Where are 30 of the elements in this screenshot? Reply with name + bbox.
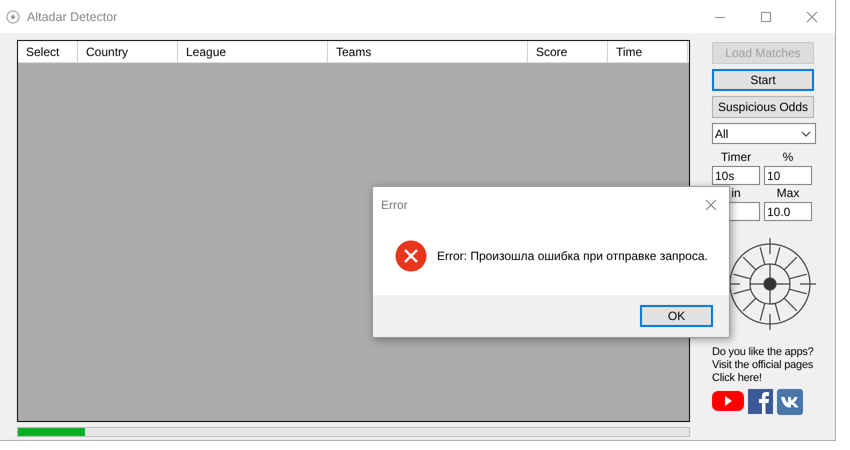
dialog-title: Error	[381, 198, 408, 212]
promo-text: Do you like the apps?	[712, 346, 814, 359]
f-logo-icon[interactable]	[748, 389, 773, 414]
start-button[interactable]: Start	[712, 69, 814, 91]
error-message: Error: Произошла ошибка при отправке запроса.	[437, 248, 708, 262]
column-header[interactable]: Select	[18, 41, 78, 62]
close-icon[interactable]	[705, 199, 717, 211]
column-header[interactable]: League	[178, 41, 328, 62]
column-header[interactable]: Time	[608, 41, 688, 62]
promo-link[interactable]: Click here!	[712, 372, 762, 385]
input-field[interactable]: 10	[764, 166, 812, 185]
promo-text: Visit the official pages	[712, 359, 814, 372]
app-icon	[6, 10, 20, 24]
filter-dropdown[interactable]: All	[712, 123, 816, 144]
error-icon	[395, 240, 427, 272]
field-label: Max	[776, 186, 800, 202]
vk-logo-icon[interactable]	[777, 389, 803, 415]
suspicious-odds-button[interactable]: Suspicious Odds	[712, 96, 814, 118]
column-header[interactable]: Score	[528, 41, 608, 62]
input-field[interactable]: 10s	[712, 166, 760, 185]
field-label: Timer	[720, 150, 752, 166]
play-icon[interactable]	[712, 389, 744, 413]
column-header[interactable]: Teams	[328, 41, 528, 62]
ok-button[interactable]: OK	[640, 305, 713, 327]
column-header[interactable]: Country	[78, 41, 178, 62]
field-label: in	[730, 186, 742, 202]
caret-icon	[801, 130, 811, 136]
field-label: %	[782, 150, 794, 166]
input-field[interactable]: 10.0	[764, 202, 812, 221]
window-title: Altadar Detector	[27, 10, 118, 24]
